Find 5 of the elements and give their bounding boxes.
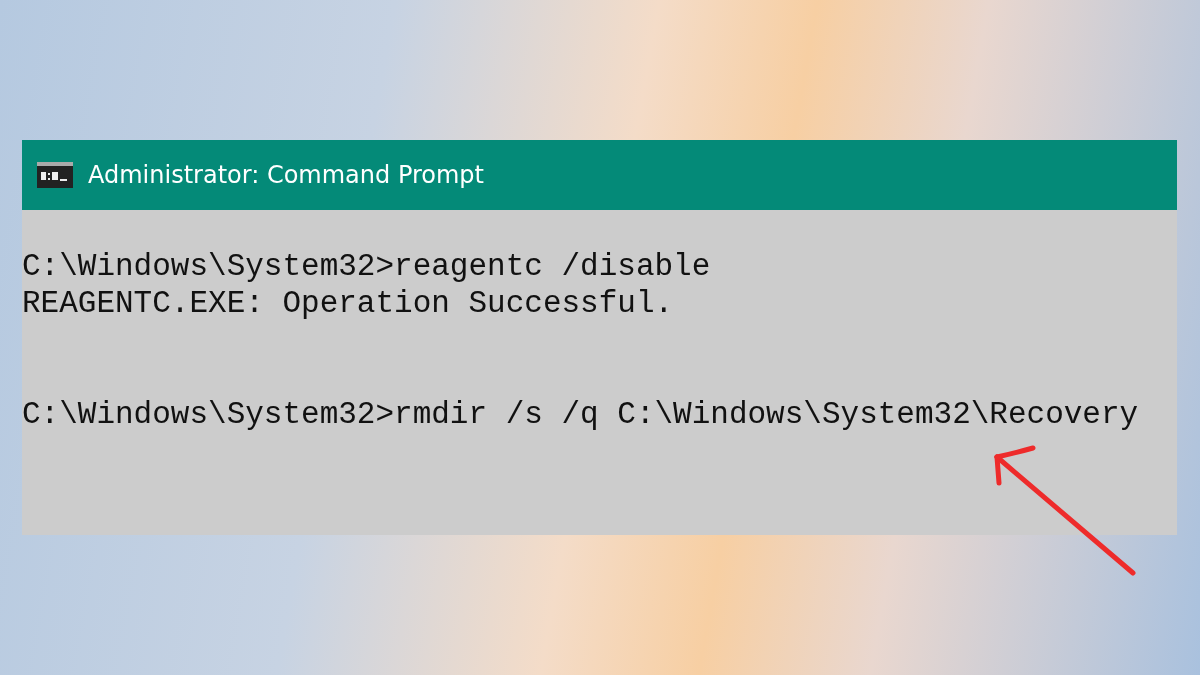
console-line: C:\Windows\System32>reagentc /disable: [22, 248, 712, 285]
console-line: REAGENTC.EXE: Operation Successful.: [22, 285, 675, 322]
window-title: Administrator: Command Prompt: [88, 160, 484, 191]
console-line: C:\Windows\System32>rmdir /s /q C:\Windows\System32\Recovery: [22, 396, 1140, 433]
terminal-icon: [37, 162, 73, 188]
